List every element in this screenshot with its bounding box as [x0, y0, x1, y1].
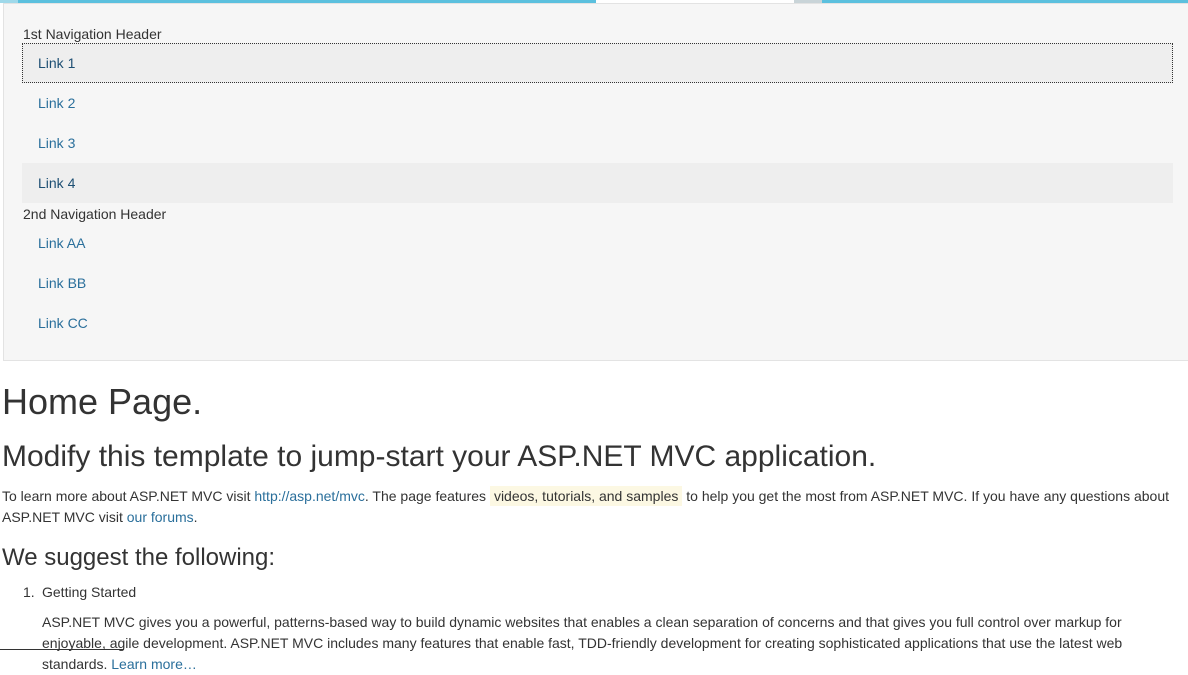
nav-link-aa[interactable]: Link AA — [22, 223, 1173, 263]
highlighted-text: videos, tutorials, and samples — [489, 486, 683, 506]
list-item-body-text: ASP.NET MVC gives you a powerful, patter… — [42, 614, 1123, 672]
list-item-title: Getting Started — [42, 584, 137, 600]
intro-text-2: . The page features — [364, 488, 490, 504]
nav-header-1: 1st Navigation Header — [23, 26, 162, 42]
intro-paragraph: To learn more about ASP.NET MVC visit ht… — [2, 486, 1186, 528]
intro-text-4: . — [193, 509, 198, 525]
suggest-heading: We suggest the following: — [2, 544, 276, 571]
nav-header-2: 2nd Navigation Header — [23, 206, 167, 222]
page-title: Home Page. — [2, 381, 203, 422]
nav-link-cc[interactable]: Link CC — [22, 303, 1173, 343]
list-item-number: 1. — [23, 584, 35, 600]
nav-link-2[interactable]: Link 2 — [22, 83, 1173, 123]
nav-link-3[interactable]: Link 3 — [22, 123, 1173, 163]
nav-link-1[interactable]: Link 1 — [22, 43, 1173, 83]
nav-link-4[interactable]: Link 4 — [22, 163, 1173, 203]
intro-text-1: To learn more about ASP.NET MVC visit — [2, 488, 255, 504]
page-subtitle: Modify this template to jump-start your … — [2, 440, 877, 473]
learn-more-link[interactable]: Learn more… — [111, 656, 197, 672]
navigation-panel: 1st Navigation Header Link 1 Link 2 Link… — [3, 3, 1188, 361]
forums-link[interactable]: our forums — [127, 509, 194, 525]
bottom-divider — [0, 649, 124, 650]
asp-net-mvc-link[interactable]: http://asp.net/mvc — [254, 488, 365, 504]
list-item-body: ASP.NET MVC gives you a powerful, patter… — [42, 612, 1188, 675]
nav-link-bb[interactable]: Link BB — [22, 263, 1173, 303]
